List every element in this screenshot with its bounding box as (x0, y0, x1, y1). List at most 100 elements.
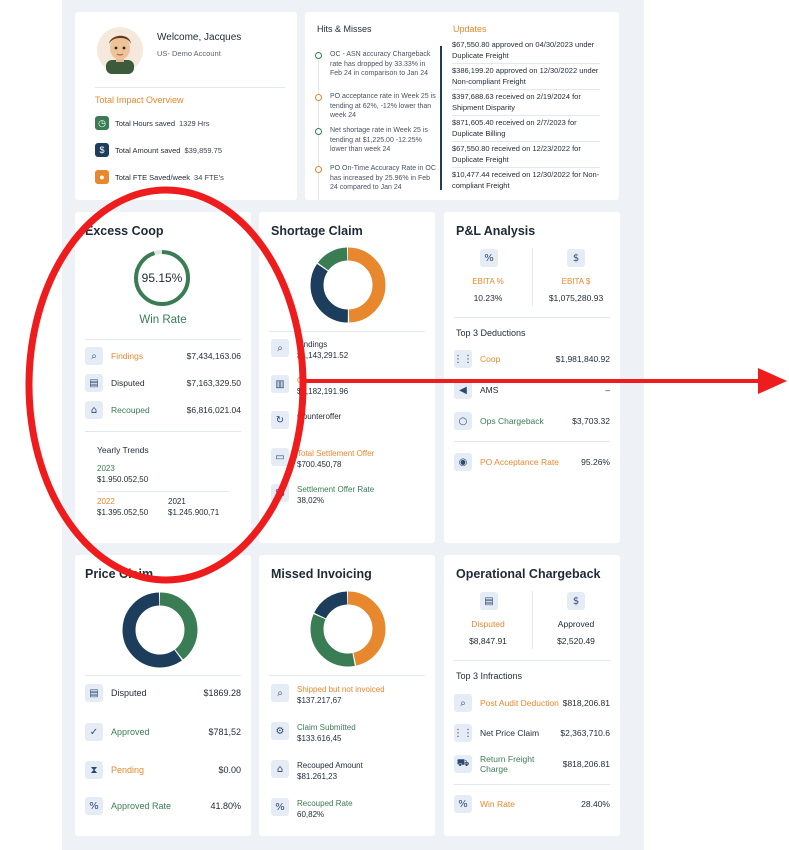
update-item: $10,477.44 received on 12/30/2022 for No… (452, 170, 600, 190)
price-donut (122, 592, 198, 668)
row-label: Return Freight Charge (480, 754, 535, 774)
shortage-row-findings[interactable]: ⌕ Findings $1,143,291.52 (271, 339, 348, 361)
metric-value: 34 FTE's (194, 172, 224, 182)
row-label: Counteroffer (297, 412, 342, 421)
divider (454, 784, 610, 785)
shortage-row-offer-rate[interactable]: % Settlement Offer Rate 38,02% (271, 484, 374, 506)
missed-row-claim[interactable]: ⚙ Claim Submitted $133.616,45 (271, 722, 356, 744)
impact-title: Total Impact Overview (95, 95, 184, 105)
row-label: Post Audit Deduction (480, 698, 559, 708)
trend-2021: 2021 $1.245.900,71 (168, 496, 219, 518)
divider (269, 675, 425, 676)
circle-icon (315, 166, 322, 173)
hits-updates-card: Hits & Misses OC - ASN accuracy Chargeba… (305, 12, 619, 200)
price-row-approved[interactable]: ✓ Approved $781,52 (85, 721, 241, 743)
row-label: Ops Chargeback (480, 416, 544, 426)
pl-analysis-card: P&L Analysis % $ EBITA % 10.23% EBITA $ … (444, 212, 620, 543)
price-row-pending[interactable]: ⧗ Pending $0.00 (85, 759, 241, 781)
ebita-usd-value: $1,075,280.93 (548, 293, 604, 303)
excess-row-recouped[interactable]: ⌂ Recouped $6,816,021.04 (85, 399, 241, 421)
row-value: $0.00 (218, 765, 241, 775)
trend-2023: 2023 $1.950.052,50 (97, 463, 148, 485)
trend-year: 2022 (97, 497, 115, 506)
updates-divider (440, 46, 442, 190)
win-rate-percent: 95.15% (141, 271, 183, 285)
row-value: $1869.28 (203, 688, 241, 698)
row-value: $1,182,191.96 (297, 387, 349, 396)
row-value: – (605, 385, 610, 395)
grid-icon: ⋮⋮ (453, 350, 473, 368)
shortage-row-counteroffer[interactable]: ↻ Counteroffer $ (271, 411, 341, 433)
missed-row-shipped[interactable]: ⌕ Shipped but not invoiced $137.217,67 (271, 684, 385, 706)
row-value: $3,703.32 (572, 416, 610, 426)
row-value: 28.40% (581, 799, 610, 809)
dollar-icon: $ (567, 592, 585, 610)
hit-item: Net shortage rate in Week 25 is tending … (315, 126, 437, 155)
percent-icon: % (454, 795, 472, 813)
infraction-row-net-price[interactable]: ⋮⋮ Net Price Claim $2,363,710.6 (453, 722, 610, 744)
hits-title: Hits & Misses (317, 24, 372, 34)
check-icon: ✓ (85, 723, 103, 741)
row-value: 38,02% (297, 496, 325, 505)
shortage-row-settlement[interactable]: ▭ Total Settlement Offer $700.450,78 (271, 448, 374, 470)
excess-row-disputed[interactable]: ▤ Disputed $7,163,329.50 (85, 372, 241, 394)
percent-icon: % (85, 797, 103, 815)
shortage-claim-card: Shortage Claim ⌕ Findings $1,143,291.52 … (259, 212, 435, 543)
avatar (96, 26, 144, 74)
circle-icon (315, 52, 322, 59)
missed-row-rate[interactable]: % Recouped Rate 60,82% (271, 798, 353, 820)
row-text: Findings $1,143,291.52 (297, 339, 348, 361)
row-label: Findings (297, 340, 328, 349)
shortage-row-outstanding[interactable]: ▥ Ou $1,182,191.96 (271, 375, 348, 397)
infraction-row-return-freight[interactable]: ⛟ Return Freight Charge $818,206.81 (454, 753, 610, 775)
account-name: US- Demo Account (157, 49, 221, 58)
price-row-disputed[interactable]: ▤ Disputed $1869.28 (85, 682, 241, 704)
trend-value: $1.245.900,71 (168, 508, 220, 517)
metric-value: 1329 Hrs (179, 118, 210, 128)
clock-icon: ◷ (95, 116, 109, 130)
row-value: $2,363,710.6 (560, 728, 610, 738)
price-row-approved-rate[interactable]: % Approved Rate 41.80% (85, 795, 241, 817)
row-label: Recouped Rate (297, 799, 353, 808)
deduction-row-ams[interactable]: ◀ AMS – (454, 379, 610, 401)
row-text: Recouped Rate 60,82% (297, 798, 353, 820)
metric-fte: ● Total FTE Saved/week 34 FTE's (95, 169, 224, 185)
row-label: Approved Rate (111, 801, 172, 811)
divider (97, 491, 229, 492)
excess-row-findings[interactable]: ⌕ Findings $7,434,163.06 (85, 345, 241, 367)
ops-win-rate-row[interactable]: % Win Rate 28.40% (454, 793, 610, 815)
row-label: PO Acceptance Rate (480, 457, 559, 467)
percent-icon: % (271, 484, 289, 502)
update-item: $67,550.80 approved on 04/30/2023 under … (452, 40, 600, 64)
chat-icon: ▤ (85, 374, 103, 392)
disputed-value: $8,847.91 (469, 636, 507, 646)
trend-2022: 2022 $1.395.052,50 (97, 496, 148, 518)
updates-list[interactable]: $67,550.80 approved on 04/30/2023 under … (452, 40, 600, 200)
hit-item: OC - ASN accuracy Chargeback rate has dr… (315, 50, 437, 79)
row-label: Coop (480, 354, 501, 364)
metric-amount: $ Total Amount saved $39,859.75 (95, 142, 222, 158)
hit-item: PO On-Time Accuracy Rate in OC has incre… (315, 164, 437, 193)
truck-icon: ⛟ (454, 755, 472, 773)
update-item: $397,688.63 received on 2/19/2024 for Sh… (452, 91, 600, 116)
shortage-donut (310, 247, 386, 323)
search-icon: ⌕ (271, 339, 289, 357)
row-value: $ (297, 423, 302, 432)
deduction-row-coop[interactable]: ⋮⋮ Coop $1,981,840.92 (453, 348, 610, 370)
welcome-card: Welcome, Jacques US- Demo Account Total … (75, 12, 297, 200)
row-label: Findings (111, 351, 144, 361)
po-acceptance-row[interactable]: ◉ PO Acceptance Rate 95.26% (454, 451, 610, 473)
deduction-row-ops[interactable]: ○ Ops Chargeback $3,703.32 (454, 410, 610, 432)
row-value: $7,434,163.06 (186, 351, 241, 361)
infractions-title: Top 3 Infractions (456, 671, 523, 681)
card-title: Operational Chargeback (456, 567, 601, 581)
row-label: AMS (480, 385, 499, 395)
divider (454, 441, 610, 442)
wallet-icon: ▭ (271, 448, 289, 466)
missed-row-recouped[interactable]: ⌂ Recouped Amount $81.261,23 (271, 760, 363, 782)
circle-icon: ○ (454, 412, 472, 430)
missed-invoicing-card: Missed Invoicing ⌕ Shipped but not invoi… (259, 555, 435, 836)
update-item: $67,550.80 received on 12/23/2022 for Du… (452, 143, 600, 168)
infraction-row-post-audit[interactable]: ⌕ Post Audit Deduction $818,206.81 (454, 692, 610, 714)
ebita-pct-value: 10.23% (473, 293, 503, 303)
